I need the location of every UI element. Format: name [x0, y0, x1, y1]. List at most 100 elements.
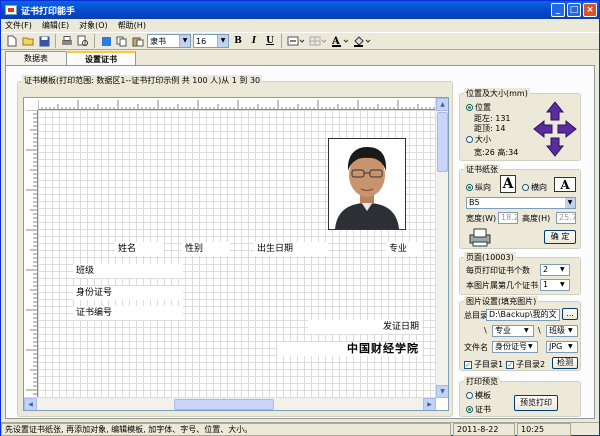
field-name[interactable]: 姓名 [115, 242, 163, 256]
index-select[interactable]: 1 ▼ [540, 279, 570, 291]
index-value: 1 [543, 280, 549, 289]
field-issue-date[interactable]: 发证日期 [308, 320, 422, 334]
print-preview-icon[interactable] [76, 34, 90, 48]
detect-button[interactable]: 检测 [552, 357, 578, 369]
preview-print-button[interactable]: 预览打印 [514, 395, 558, 411]
chevron-down-icon: ▼ [560, 266, 565, 273]
paper-size-value: B5 [469, 198, 480, 207]
portrait-photo[interactable] [328, 138, 406, 230]
chevron-down-icon: ▼ [568, 327, 573, 334]
preview-title: 打印预览 [464, 376, 500, 387]
field-cert-number[interactable]: 证书编号 [73, 306, 183, 320]
field-birthdate[interactable]: 出生日期 [254, 242, 328, 256]
menu-object[interactable]: 对象(O) [79, 20, 108, 31]
vertical-scrollbar[interactable]: ▲ ▼ [435, 98, 448, 398]
subdir2-select[interactable]: 班级 ▼ [546, 325, 578, 337]
maximize-button[interactable]: □ [567, 3, 581, 17]
subdir1-select[interactable]: 专业 ▼ [492, 325, 534, 337]
close-button[interactable]: × [583, 3, 597, 17]
tab-strip: 数据表 设置证书 [5, 51, 136, 66]
scroll-left-icon[interactable]: ◀ [24, 398, 37, 410]
certificate-radio[interactable]: 证书 [466, 404, 491, 415]
tab-certificate-settings[interactable]: 设置证书 [66, 51, 136, 66]
subdir2-value: 班级 [549, 326, 565, 335]
portrait-radio[interactable]: 纵向 [466, 182, 491, 193]
field-gender[interactable]: 性别 [182, 242, 230, 256]
border-style-icon[interactable] [308, 34, 328, 48]
root-dir-input[interactable]: D:\Backup\我的文 [486, 309, 560, 321]
underline-button[interactable]: U [263, 34, 277, 48]
font-color-icon[interactable]: A [330, 34, 350, 48]
width-input[interactable]: 18.2 [498, 212, 518, 224]
paper-ok-button[interactable]: 确 定 [544, 230, 576, 244]
radio-indicator [466, 392, 473, 399]
template-radio[interactable]: 模板 [466, 390, 491, 401]
radio-indicator [466, 104, 473, 111]
horizontal-scroll-thumb[interactable] [174, 399, 274, 410]
filename-label: 文件名 [464, 343, 488, 352]
italic-button[interactable]: I [247, 34, 261, 48]
scroll-right-icon[interactable]: ▶ [423, 398, 436, 410]
field-issuer[interactable]: 中国财经学院 [278, 342, 422, 356]
field-major[interactable]: 专业 [386, 242, 422, 256]
font-name-select[interactable]: 隶书 ▼ [147, 34, 191, 48]
field-class[interactable]: 班级 [73, 264, 183, 278]
filename-select[interactable]: 身份证号 ▼ [492, 341, 538, 353]
status-bar: 先设置证书纸张, 再添加对象, 编辑模板, 加字体、字号、位置、大小。 2011… [1, 422, 599, 436]
backslash-icon: \ [484, 326, 487, 335]
print-icon[interactable] [60, 34, 74, 48]
image-title: 图片设置(填充图片) [464, 296, 539, 307]
arrow-up-icon[interactable] [545, 101, 565, 121]
cut-icon[interactable] [99, 34, 113, 48]
subdir2-checkbox[interactable]: ✓ 子目录2 [506, 359, 545, 370]
position-radio[interactable]: 位置 [466, 102, 491, 113]
scroll-down-icon[interactable]: ▼ [436, 385, 448, 398]
backslash-icon: \ [538, 326, 541, 335]
chevron-down-icon: ▼ [217, 35, 228, 47]
copy-icon[interactable] [115, 34, 129, 48]
menu-help[interactable]: 帮助(H) [118, 20, 146, 31]
app-icon [5, 5, 17, 15]
menu-edit[interactable]: 编辑(E) [42, 20, 69, 31]
font-size-select[interactable]: 16 ▼ [193, 34, 229, 48]
bold-button[interactable]: B [231, 34, 245, 48]
field-id-number[interactable]: 身份证号 [73, 286, 183, 300]
title-bar: 证书打印能手 _ □ × [1, 1, 599, 19]
top-ruler [38, 98, 436, 110]
extension-select[interactable]: JPG ▼ [546, 341, 578, 353]
paper-size-select[interactable]: B5 ▼ [466, 197, 576, 209]
line-style-icon[interactable] [286, 34, 306, 48]
arrow-right-icon[interactable] [557, 119, 577, 139]
browse-button[interactable]: ... [562, 308, 578, 320]
save-icon[interactable] [37, 34, 51, 48]
open-folder-icon[interactable] [21, 34, 35, 48]
minimize-button[interactable]: _ [551, 3, 565, 17]
position-size-title: 位置及大小(mm) [464, 88, 530, 99]
fill-color-icon[interactable] [352, 34, 372, 48]
paste-icon[interactable] [131, 34, 145, 48]
arrow-down-icon[interactable] [545, 137, 565, 157]
toolbar-separator [94, 34, 95, 48]
landscape-radio[interactable]: 横向 [522, 182, 547, 193]
horizontal-scrollbar[interactable]: ◀ ▶ [24, 397, 436, 410]
toolbar-separator [281, 34, 282, 48]
checkbox-check-icon: ✓ [506, 360, 514, 369]
chevron-down-icon: ▼ [524, 327, 529, 334]
paper-group: 证书纸张 纵向 A 横向 A B5 ▼ 宽度(W) 18.2 高度(H) 25.7… [459, 164, 581, 249]
scroll-up-icon[interactable]: ▲ [436, 98, 448, 111]
subdir1-checkbox[interactable]: ✓ 子目录1 [464, 359, 503, 370]
checkbox-check-icon: ✓ [464, 360, 472, 369]
arrow-left-icon[interactable] [533, 119, 553, 139]
position-size-group: 位置及大小(mm) 位置 距左: 131 距顶: 14 大小 宽:26 高:34 [459, 88, 581, 161]
radio-indicator [466, 184, 473, 191]
size-radio[interactable]: 大小 [466, 134, 491, 145]
left-ruler [24, 110, 38, 400]
new-file-icon[interactable] [5, 34, 19, 48]
per-page-select[interactable]: 2 ▼ [540, 264, 570, 276]
printer-icon[interactable] [468, 227, 492, 247]
tab-data-table[interactable]: 数据表 [5, 51, 67, 65]
top-distance: 距顶: 14 [474, 124, 506, 133]
vertical-scroll-thumb[interactable] [437, 112, 448, 172]
height-input[interactable]: 25.7 [556, 212, 576, 224]
menu-file[interactable]: 文件(F) [5, 20, 32, 31]
